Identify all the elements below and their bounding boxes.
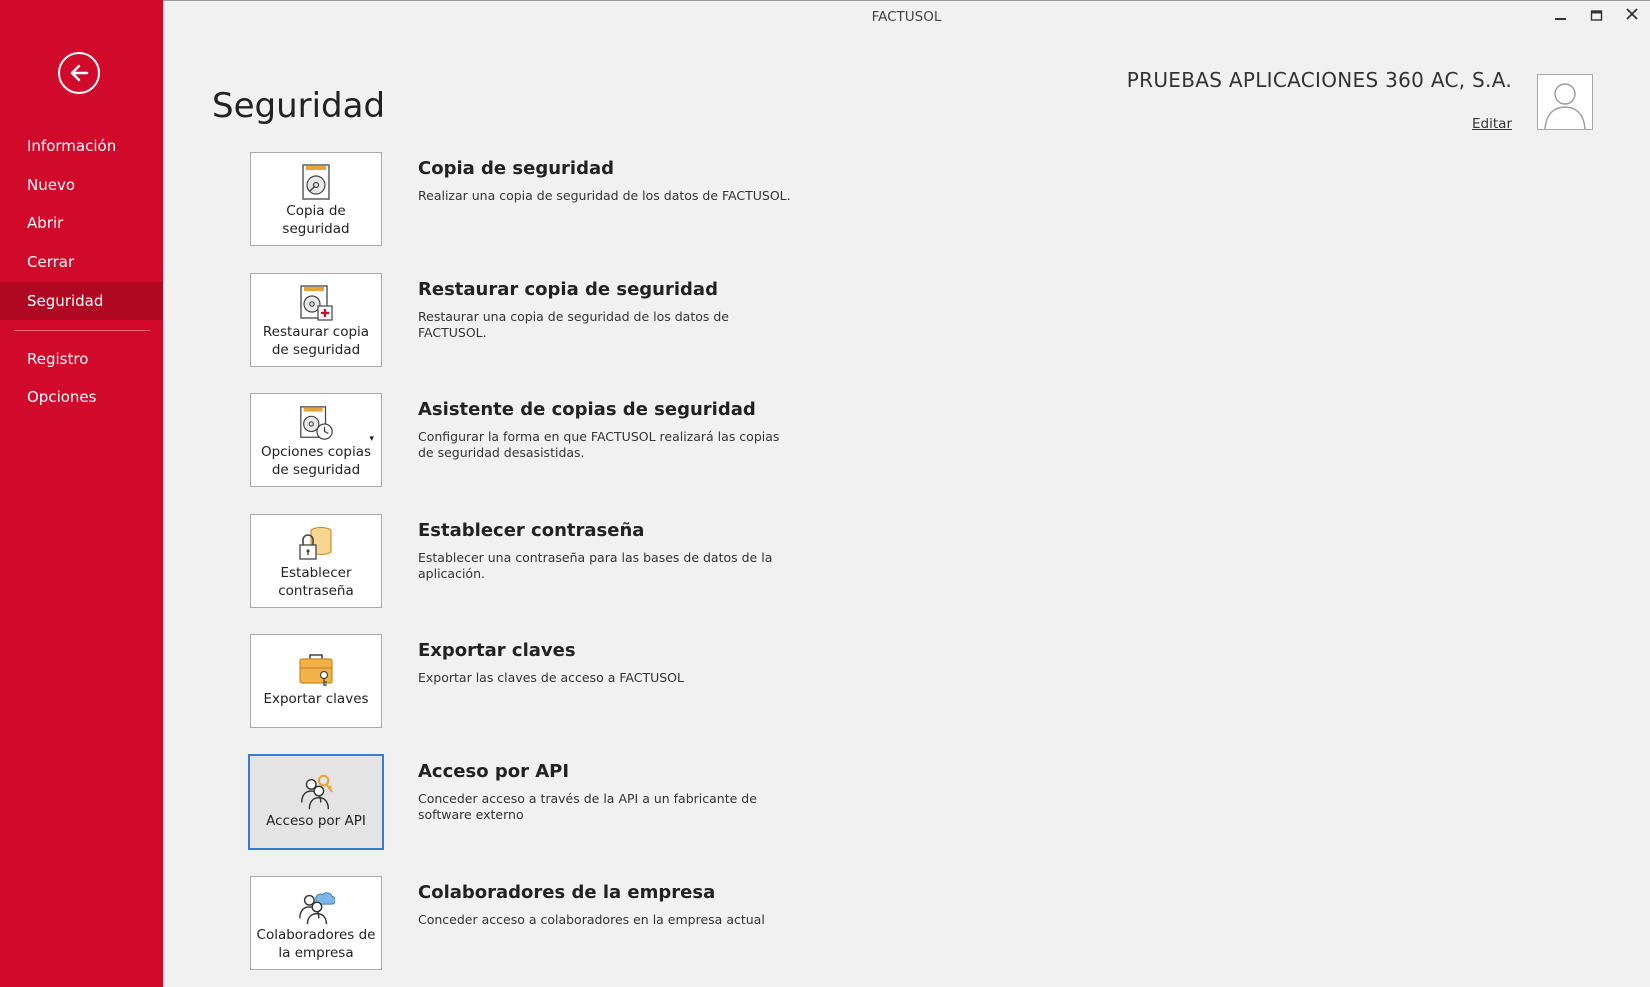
item-title: Colaboradores de la empresa	[418, 882, 716, 903]
sidebar-item-abrir[interactable]: Abrir	[0, 204, 163, 242]
backup-button[interactable]: Copia de seguridad	[250, 152, 382, 246]
maximize-button[interactable]	[1590, 4, 1604, 28]
sidebar-item-cerrar[interactable]: Cerrar	[0, 243, 163, 281]
company-avatar[interactable]	[1537, 74, 1593, 130]
item-description: Conceder acceso a través de la API a un …	[418, 791, 757, 822]
backup-schedule-icon	[300, 406, 333, 440]
set-password-button-label: Establecer contraseña	[278, 565, 354, 599]
page-title: Seguridad	[212, 86, 386, 126]
sidebar-item-informacion[interactable]: Información	[0, 127, 163, 165]
sidebar-divider	[14, 330, 150, 331]
collaborators-button[interactable]: Colaboradores de la empresa	[250, 876, 382, 970]
item-description: Exportar las claves de acceso a FACTUSOL	[418, 670, 684, 685]
restore-button[interactable]: Restaurar copia de seguridad	[250, 273, 382, 367]
backup-options-button[interactable]: Opciones copias de seguridad ▾	[250, 393, 382, 487]
item-description: Configurar la forma en que FACTUSOL real…	[418, 429, 780, 460]
sidebar-item-nuevo[interactable]: Nuevo	[0, 166, 163, 204]
item-title: Restaurar copia de seguridad	[418, 279, 718, 300]
export-keys-button[interactable]: Exportar claves	[250, 634, 382, 728]
item-copia-seguridad: Copia de seguridad Copia de seguridad Re…	[250, 152, 810, 248]
item-colaboradores: Colaboradores de la empresa Colaboradore…	[250, 876, 810, 972]
arrow-left-icon	[70, 64, 89, 82]
sidebar-item-seguridad[interactable]: Seguridad	[0, 282, 163, 320]
sidebar-item-opciones[interactable]: Opciones	[0, 378, 163, 416]
collaborators-button-label: Colaboradores de la empresa	[256, 927, 376, 961]
backup-disk-icon	[302, 164, 330, 200]
users-cloud-icon	[299, 892, 335, 925]
item-title: Asistente de copias de seguridad	[418, 399, 756, 420]
api-access-button-label: Acceso por API	[266, 813, 366, 829]
close-button[interactable]	[1625, 4, 1639, 28]
item-contrasena: Establecer contraseña Establecer contras…	[250, 514, 810, 610]
api-access-button[interactable]: Acceso por API	[248, 754, 384, 850]
backstage-sidebar: Información Nuevo Abrir Cerrar Seguridad…	[0, 0, 163, 987]
restore-disk-icon	[300, 285, 333, 321]
backup-options-button-label: Opciones copias de seguridad	[260, 444, 372, 478]
back-button[interactable]	[58, 52, 100, 94]
export-keys-button-label: Exportar claves	[263, 691, 369, 707]
item-title: Exportar claves	[418, 640, 576, 661]
close-icon	[1626, 8, 1638, 20]
window-title: FACTUSOL	[871, 9, 942, 25]
item-exportar-claves: Exportar claves Exportar claves Exportar…	[250, 634, 810, 730]
item-asistente: Opciones copias de seguridad ▾ Asistente…	[250, 393, 810, 489]
item-description: Establecer una contraseña para las bases…	[418, 550, 773, 581]
briefcase-key-icon	[299, 654, 333, 686]
item-description: Realizar una copia de seguridad de los d…	[418, 188, 791, 203]
restore-button-label: Restaurar copia de seguridad	[262, 324, 370, 358]
window-top-border	[163, 0, 1650, 1]
item-description: Restaurar una copia de seguridad de los …	[418, 309, 729, 340]
sidebar-item-registro[interactable]: Registro	[0, 340, 163, 378]
user-silhouette-icon	[1544, 83, 1586, 129]
item-restaurar: Restaurar copia de seguridad Restaurar c…	[250, 273, 810, 369]
company-name: PRUEBAS APLICACIONES 360 AC, S.A.	[1126, 68, 1512, 92]
item-description: Conceder acceso a colaboradores en la em…	[418, 912, 765, 927]
dropdown-arrow-icon: ▾	[369, 434, 374, 444]
item-acceso-api: Acceso por API Acceso por API Conceder a…	[248, 754, 810, 851]
backup-button-label: Copia de seguridad	[282, 203, 350, 237]
item-title: Establecer contraseña	[418, 520, 645, 541]
edit-company-link[interactable]: Editar	[1472, 116, 1512, 132]
item-title: Acceso por API	[418, 761, 570, 782]
minimize-button[interactable]	[1554, 4, 1568, 28]
users-key-icon	[301, 774, 333, 810]
minimize-icon	[1555, 18, 1566, 20]
set-password-button[interactable]: Establecer contraseña	[250, 514, 382, 608]
item-title: Copia de seguridad	[418, 158, 614, 179]
lock-database-icon	[299, 526, 332, 560]
maximize-icon	[1590, 10, 1603, 21]
